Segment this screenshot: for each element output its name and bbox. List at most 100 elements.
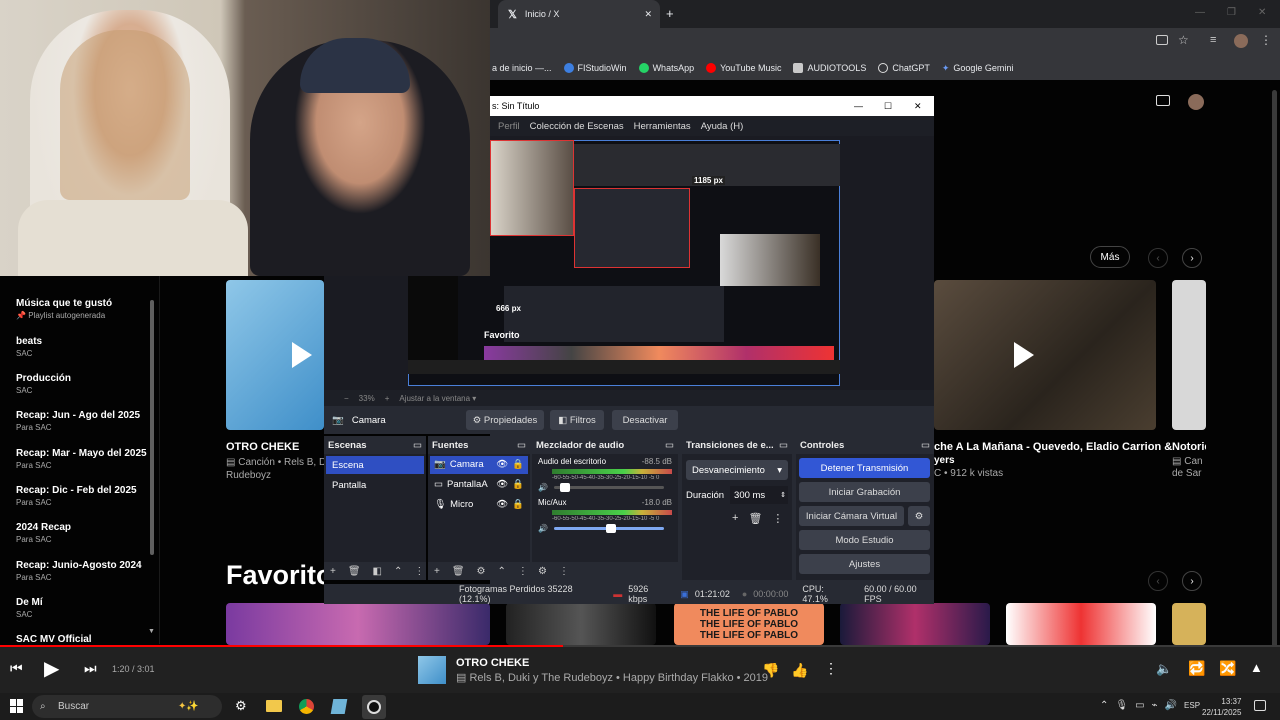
- scene-item[interactable]: Escena: [326, 456, 424, 474]
- start-recording-button[interactable]: Iniciar Grabación: [799, 482, 930, 502]
- menu-perfil[interactable]: Perfil: [498, 121, 520, 132]
- sidebar-item[interactable]: SAC MV Official: [16, 634, 92, 644]
- sidebar-item[interactable]: De Mí SAC: [16, 597, 43, 619]
- volume-icon[interactable]: 🔊: [538, 524, 548, 533]
- settings-app-icon[interactable]: ⚙: [235, 698, 247, 714]
- maximize-icon[interactable]: ☐: [884, 101, 892, 112]
- close-icon[interactable]: ✕: [1258, 7, 1266, 18]
- virtual-camera-settings-icon[interactable]: ⚙: [908, 506, 930, 526]
- play-icon[interactable]: [1014, 342, 1034, 368]
- more-icon[interactable]: ⋮: [772, 512, 783, 525]
- album-card[interactable]: [226, 603, 490, 645]
- close-icon[interactable]: ✕: [914, 101, 922, 112]
- language-indicator[interactable]: ESP: [1184, 701, 1200, 710]
- source-item[interactable]: ▭ PantallaA 👁 🔒: [430, 476, 528, 494]
- card-title[interactable]: che A La Mañana - Quevedo, Eladio Carrio…: [934, 441, 1172, 453]
- volume-icon[interactable]: 🔈: [1156, 661, 1172, 677]
- bookmark-flstudio[interactable]: FIStudioWin: [563, 63, 627, 73]
- prev-arrow-icon[interactable]: ‹: [1148, 571, 1168, 591]
- network-icon[interactable]: ⌁: [1152, 700, 1158, 711]
- duration-input[interactable]: 300 ms ⇕: [730, 486, 788, 504]
- sidebar-item[interactable]: Recap: Mar - Mayo del 2025 Para SAC: [16, 448, 147, 470]
- volume-icon[interactable]: 🔊: [538, 483, 548, 492]
- lock-icon[interactable]: 🔒: [512, 459, 524, 471]
- disable-button[interactable]: Desactivar: [612, 410, 678, 430]
- scroll-down-icon[interactable]: ▼: [148, 628, 155, 635]
- spin-icon[interactable]: ⇕: [780, 491, 786, 499]
- more-icon[interactable]: ⋮: [559, 566, 569, 577]
- sidebar-item[interactable]: Música que te gustó 📌 Playlist autogenera…: [16, 298, 112, 320]
- restore-icon[interactable]: ❐: [1227, 7, 1236, 18]
- more-button[interactable]: Más: [1090, 246, 1130, 268]
- chrome-menu-icon[interactable]: ⋮: [1260, 33, 1272, 47]
- cast-icon[interactable]: [1156, 95, 1170, 106]
- add-icon[interactable]: +: [330, 566, 336, 577]
- sidebar-item[interactable]: Producción SAC: [16, 373, 71, 395]
- mic-icon[interactable]: 🎙: [1115, 700, 1128, 711]
- fit-window-dropdown[interactable]: Ajustar a la ventana ▾: [399, 394, 476, 403]
- star-icon[interactable]: ☆: [1178, 33, 1189, 47]
- virtual-camera-button[interactable]: Iniciar Cámara Virtual: [799, 506, 904, 526]
- album-card[interactable]: [1006, 603, 1156, 645]
- sidebar-item[interactable]: 2024 Recap Para SAC: [16, 522, 71, 544]
- repeat-icon[interactable]: 🔁: [1188, 660, 1205, 677]
- chevron-up-icon[interactable]: ⌃: [1100, 700, 1108, 711]
- page-scrollbar[interactable]: [1272, 90, 1277, 690]
- clock[interactable]: 13:37 22/11/2025: [1202, 696, 1241, 718]
- song-title[interactable]: OTRO CHEKE: [456, 657, 529, 669]
- menu-herramientas[interactable]: Herramientas: [634, 121, 691, 132]
- next-arrow-icon[interactable]: ›: [1182, 571, 1202, 591]
- up-icon[interactable]: ⌃: [394, 566, 402, 577]
- next-arrow-icon[interactable]: ›: [1182, 248, 1202, 268]
- studio-mode-button[interactable]: Modo Estudio: [799, 530, 930, 550]
- prev-arrow-icon[interactable]: ‹: [1148, 248, 1168, 268]
- speaker-icon[interactable]: 🔊: [1165, 700, 1177, 711]
- sidebar-item[interactable]: Recap: Junio-Agosto 2024 Para SAC: [16, 560, 142, 582]
- sidebar-item[interactable]: Recap: Jun - Ago del 2025 Para SAC: [16, 410, 140, 432]
- chrome-app-icon[interactable]: [299, 699, 314, 714]
- album-card-tlop[interactable]: THE LIFE OF PABLO THE LIFE OF PABLO THE LI…: [674, 603, 824, 645]
- sidebar-item[interactable]: beats SAC: [16, 336, 42, 358]
- bookmark-inicio[interactable]: a de inicio —...: [492, 63, 552, 73]
- dock-undock-icon[interactable]: ▭: [665, 440, 674, 451]
- dock-undock-icon[interactable]: ▭: [921, 440, 930, 451]
- zoom-out-icon[interactable]: −: [344, 394, 349, 403]
- eye-icon[interactable]: 👁: [496, 459, 508, 471]
- filters-button[interactable]: ◧ Filtros: [550, 410, 604, 430]
- lock-icon[interactable]: 🔒: [512, 499, 524, 511]
- source-item[interactable]: 📷 Camara 👁 🔒: [430, 456, 528, 474]
- eye-icon[interactable]: 👁: [496, 499, 508, 511]
- shuffle-icon[interactable]: 🔀: [1219, 660, 1236, 677]
- trash-icon[interactable]: 🗑: [748, 512, 762, 525]
- more-icon[interactable]: ⋮: [414, 566, 424, 577]
- bookmark-gemini[interactable]: ✦ Google Gemini: [942, 63, 1014, 74]
- add-icon[interactable]: +: [732, 512, 738, 525]
- more-options-icon[interactable]: ⋮: [824, 660, 838, 677]
- bookmark-ytmusic[interactable]: YouTube Music: [706, 63, 781, 73]
- filter-icon[interactable]: ◧: [373, 566, 382, 577]
- more-icon[interactable]: ⋮: [518, 566, 528, 577]
- account-avatar[interactable]: [1188, 94, 1204, 110]
- settings-button[interactable]: Ajustes: [799, 554, 930, 574]
- properties-button[interactable]: ⚙ Propiedades: [466, 410, 544, 430]
- play-pause-icon[interactable]: ▶: [44, 656, 59, 681]
- bookmark-chatgpt[interactable]: ChatGPT: [878, 63, 930, 73]
- volume-slider[interactable]: [553, 483, 664, 492]
- zoom-in-icon[interactable]: +: [385, 394, 390, 403]
- profile-avatar[interactable]: [1234, 34, 1248, 48]
- album-card[interactable]: [840, 603, 990, 645]
- minimize-icon[interactable]: —: [1195, 7, 1205, 18]
- card-title[interactable]: Notoric: [1172, 441, 1206, 453]
- taskbar-search[interactable]: ⌕ Buscar ✦✨: [32, 695, 222, 718]
- now-playing-thumbnail[interactable]: [418, 656, 446, 684]
- new-tab-icon[interactable]: +: [666, 6, 674, 21]
- gear-icon[interactable]: ⚙: [477, 566, 486, 577]
- obs-app-icon[interactable]: [362, 695, 386, 719]
- minimize-icon[interactable]: —: [854, 101, 863, 111]
- trash-icon[interactable]: 🗑: [348, 566, 361, 577]
- explorer-app-icon[interactable]: [266, 700, 282, 712]
- dock-undock-icon[interactable]: ▭: [779, 440, 788, 451]
- windows-start-icon[interactable]: [10, 699, 24, 713]
- card-notorious[interactable]: [1172, 280, 1206, 430]
- card-video[interactable]: [934, 280, 1156, 430]
